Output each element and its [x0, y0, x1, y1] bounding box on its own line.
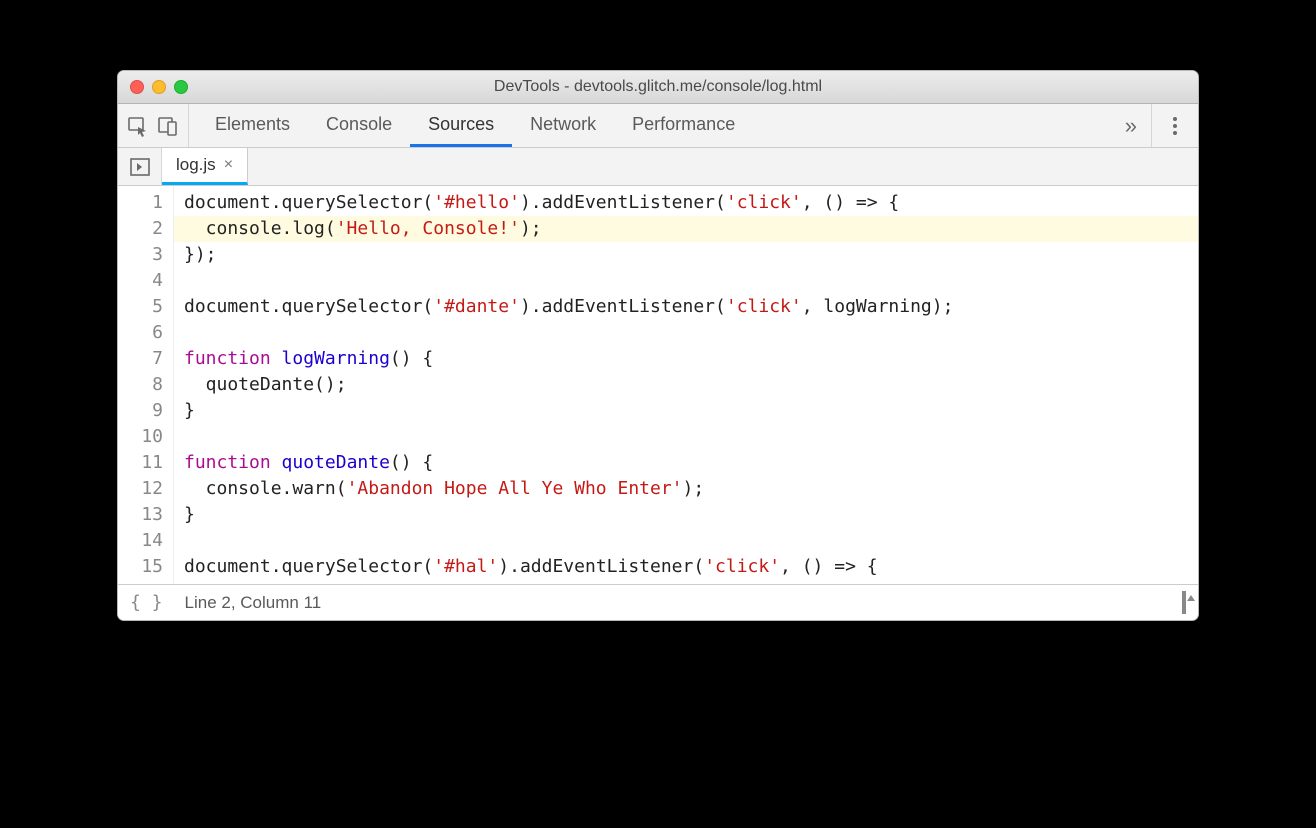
- close-file-icon[interactable]: ×: [224, 156, 233, 174]
- status-bar: { } Line 2, Column 11: [118, 584, 1198, 620]
- panel-tabs: ElementsConsoleSourcesNetworkPerformance: [197, 104, 1111, 147]
- line-number[interactable]: 10: [118, 424, 163, 450]
- code-line[interactable]: function quoteDante() {: [184, 450, 1198, 476]
- code-line[interactable]: }: [184, 398, 1198, 424]
- source-editor[interactable]: 123456789101112131415 document.querySele…: [118, 186, 1198, 584]
- navigator-toggle-button[interactable]: [118, 148, 162, 185]
- line-number[interactable]: 8: [118, 372, 163, 398]
- settings-menu-button[interactable]: [1164, 115, 1186, 137]
- code-line[interactable]: document.querySelector('#hello').addEven…: [184, 190, 1198, 216]
- console-drawer-toggle[interactable]: [1182, 591, 1186, 614]
- line-number[interactable]: 3: [118, 242, 163, 268]
- line-number[interactable]: 2: [118, 216, 163, 242]
- code-line[interactable]: document.querySelector('#dante').addEven…: [184, 294, 1198, 320]
- line-number[interactable]: 5: [118, 294, 163, 320]
- file-tabs-row: log.js ×: [118, 148, 1198, 186]
- traffic-lights: [130, 80, 188, 94]
- line-number[interactable]: 13: [118, 502, 163, 528]
- line-number[interactable]: 9: [118, 398, 163, 424]
- panel-tab-sources[interactable]: Sources: [410, 104, 512, 147]
- panel-tab-network[interactable]: Network: [512, 104, 614, 147]
- code-line[interactable]: quoteDante();: [184, 372, 1198, 398]
- minimize-window-button[interactable]: [152, 80, 166, 94]
- toolbar-right: [1151, 104, 1198, 147]
- line-number[interactable]: 7: [118, 346, 163, 372]
- code-line[interactable]: console.warn('Abandon Hope All Ye Who En…: [184, 476, 1198, 502]
- line-number[interactable]: 11: [118, 450, 163, 476]
- panel-tab-console[interactable]: Console: [308, 104, 410, 147]
- file-tab-label: log.js: [176, 155, 216, 175]
- code-line[interactable]: [184, 424, 1198, 450]
- line-number[interactable]: 15: [118, 554, 163, 580]
- code-line[interactable]: function logWarning() {: [184, 346, 1198, 372]
- code-content[interactable]: document.querySelector('#hello').addEven…: [174, 186, 1198, 584]
- line-number[interactable]: 12: [118, 476, 163, 502]
- devtools-window: DevTools - devtools.glitch.me/console/lo…: [117, 70, 1199, 621]
- inspect-element-icon[interactable]: [126, 114, 150, 138]
- pretty-print-button[interactable]: { }: [130, 592, 163, 613]
- titlebar: DevTools - devtools.glitch.me/console/lo…: [118, 71, 1198, 104]
- window-title: DevTools - devtools.glitch.me/console/lo…: [118, 78, 1198, 96]
- more-tabs-button[interactable]: »: [1111, 104, 1151, 147]
- code-line[interactable]: console.log('Hello, Console!');: [174, 216, 1198, 242]
- toolbar-left: [118, 104, 189, 147]
- panel-tab-performance[interactable]: Performance: [614, 104, 753, 147]
- panel-tab-elements[interactable]: Elements: [197, 104, 308, 147]
- line-number[interactable]: 14: [118, 528, 163, 554]
- close-window-button[interactable]: [130, 80, 144, 94]
- code-line[interactable]: [184, 268, 1198, 294]
- line-number[interactable]: 6: [118, 320, 163, 346]
- file-tab-active[interactable]: log.js ×: [162, 148, 248, 185]
- chevron-double-right-icon: »: [1125, 113, 1137, 139]
- drawer-collapse-icon: [1182, 591, 1186, 614]
- line-number[interactable]: 4: [118, 268, 163, 294]
- code-line[interactable]: });: [184, 242, 1198, 268]
- zoom-window-button[interactable]: [174, 80, 188, 94]
- code-line[interactable]: [184, 528, 1198, 554]
- cursor-position-text: Line 2, Column 11: [185, 593, 322, 613]
- panel-tabs-row: ElementsConsoleSourcesNetworkPerformance…: [118, 104, 1198, 148]
- line-number[interactable]: 1: [118, 190, 163, 216]
- line-number-gutter[interactable]: 123456789101112131415: [118, 186, 174, 584]
- device-toggle-icon[interactable]: [156, 114, 180, 138]
- code-line[interactable]: [184, 320, 1198, 346]
- code-line[interactable]: }: [184, 502, 1198, 528]
- code-line[interactable]: document.querySelector('#hal').addEventL…: [184, 554, 1198, 580]
